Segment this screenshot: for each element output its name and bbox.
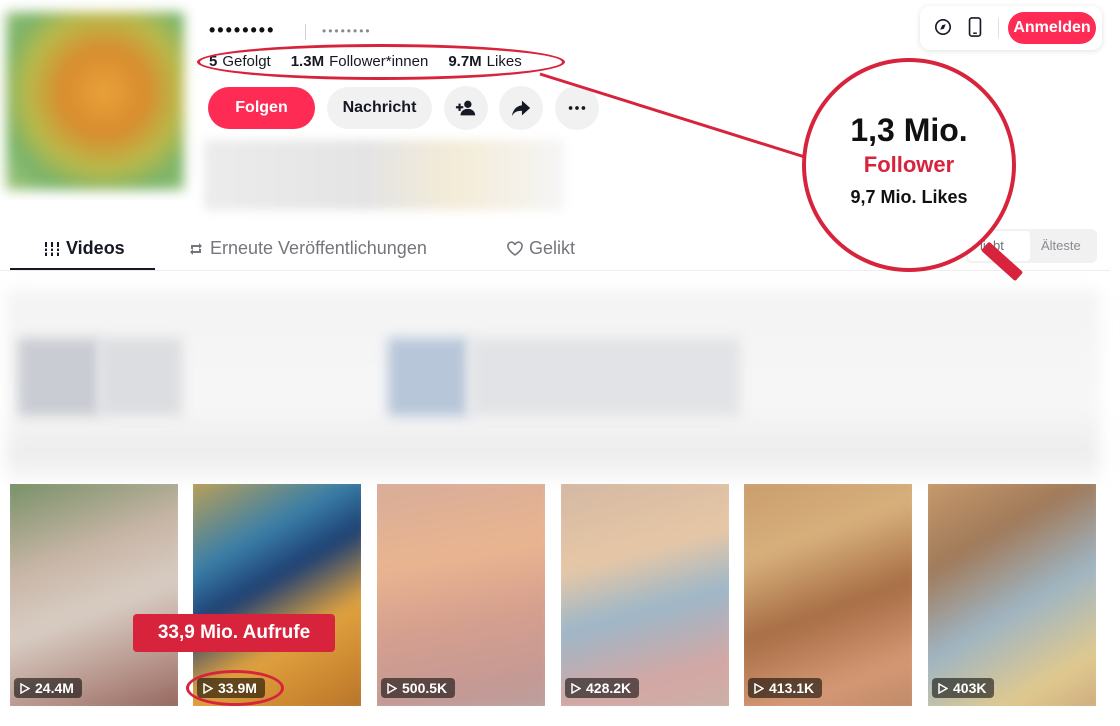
divider [305,24,306,40]
video-thumbnail [377,484,545,706]
message-button[interactable]: Nachricht [327,87,432,129]
grid-icon [44,241,60,256]
play-icon [754,682,764,694]
video-thumbnail [928,484,1096,706]
stats-highlight-ellipse [197,44,565,80]
tab-label: Gelikt [529,238,576,258]
tab-label: Videos [66,238,125,258]
magnifier-follower-label: Follower [863,152,955,177]
view-count: 24.4M [14,678,82,698]
username: •••••••• [209,20,276,40]
view-count-label: 500.5K [402,680,448,696]
video-thumbnail [744,484,912,706]
video-card[interactable]: 403K [928,484,1096,706]
video-thumbnail [10,484,178,706]
nickname: •••••••• [322,24,372,38]
compass-icon[interactable] [934,18,952,36]
play-icon [571,682,581,694]
view-count: 413.1K [748,678,823,698]
blurred-content [470,338,740,416]
avatar[interactable] [6,12,184,190]
view-count-label: 413.1K [769,680,815,696]
add-user-button[interactable] [444,86,488,130]
views-callout: 33,9 Mio. Aufrufe [133,614,335,652]
view-count-label: 403K [953,680,987,696]
add-user-icon [455,100,476,116]
repost-icon [190,242,202,255]
share-icon [511,100,531,117]
more-button[interactable] [555,86,599,130]
tab-liked[interactable]: Gelikt [507,238,575,259]
view-count-label: 428.2K [586,680,632,696]
more-icon [568,106,586,110]
blurred-content [388,338,468,416]
divider [0,270,1110,271]
play-icon [20,682,30,694]
video-card[interactable]: 500.5K [377,484,545,706]
bio-blurred [204,140,564,210]
follow-button[interactable]: Folgen [208,87,315,129]
divider [998,18,999,38]
video-card[interactable]: 24.4M [10,484,178,706]
tab-label: Erneute Veröffentlichungen [210,238,427,258]
mobile-icon[interactable] [966,17,984,37]
views-highlight-ellipse [186,670,284,706]
share-button[interactable] [499,86,543,130]
view-count: 500.5K [381,678,456,698]
blurred-content [100,338,182,416]
magnifier-likes: 9,7 Mio. Likes [850,187,968,207]
heart-icon [507,240,523,256]
sort-oldest[interactable]: Älteste [1041,238,1081,253]
magnifier-followers: 1,3 Mio. [850,112,968,148]
tab-reposts[interactable]: Erneute Veröffentlichungen [188,238,427,259]
view-count: 403K [932,678,995,698]
login-button[interactable]: Anmelden [1008,12,1096,44]
play-icon [387,682,397,694]
video-thumbnail [561,484,729,706]
video-card[interactable]: 413.1K [744,484,912,706]
play-icon [938,682,948,694]
video-card[interactable]: 428.2K [561,484,729,706]
view-count-label: 24.4M [35,680,74,696]
avatar-container [0,0,200,200]
tab-videos[interactable]: Videos [44,238,125,259]
view-count: 428.2K [565,678,640,698]
blurred-content [18,338,100,416]
